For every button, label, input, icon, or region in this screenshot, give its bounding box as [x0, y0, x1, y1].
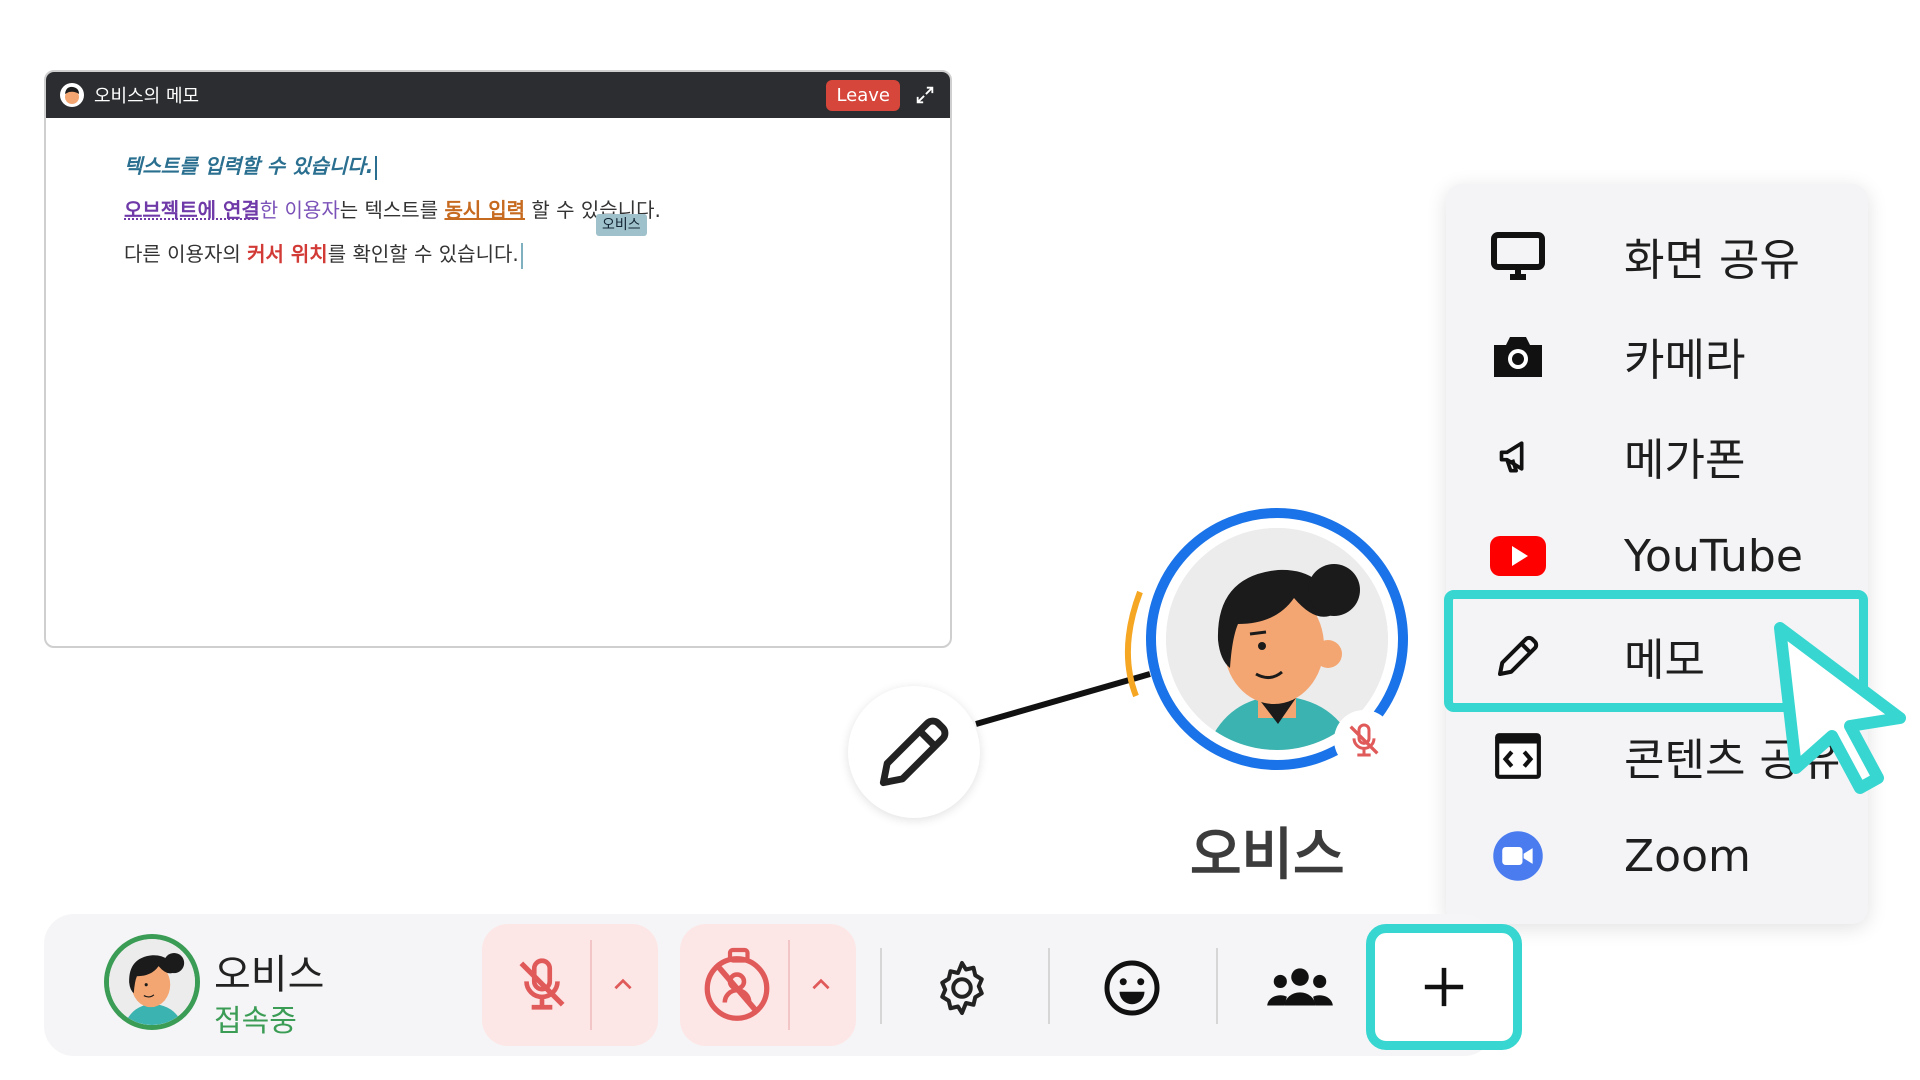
camera-control	[680, 924, 856, 1046]
camera-icon	[1490, 328, 1546, 384]
memo-object-bubble[interactable]	[848, 686, 980, 818]
camera-off-icon	[704, 947, 770, 1021]
monitor-icon	[1490, 228, 1546, 284]
divider	[880, 948, 882, 1024]
users-icon	[1267, 968, 1333, 1006]
menu-label: 메가폰	[1624, 435, 1746, 486]
menu-item-camera[interactable]: 카메라	[1446, 306, 1868, 406]
connector-line	[975, 671, 1151, 727]
add-content-button[interactable]	[1366, 924, 1522, 1050]
smile-icon	[1104, 960, 1160, 1016]
map-mic-off-badge	[1334, 710, 1394, 770]
participants-button[interactable]	[1260, 948, 1340, 1028]
chevron-up-icon	[614, 978, 632, 990]
user-name: 오비스	[214, 952, 325, 998]
map-avatar-name: 오비스	[1190, 823, 1345, 888]
add-content-menu: 화면 공유 카메라 메가폰 YouTube 메모 콘텐츠 공유 Zoom	[1446, 184, 1868, 924]
user-avatar[interactable]	[104, 934, 200, 1030]
camera-toggle-button[interactable]	[692, 940, 782, 1030]
camera-options-button[interactable]	[796, 960, 846, 1010]
youtube-icon	[1490, 528, 1546, 584]
divider	[788, 940, 790, 1030]
divider	[1216, 948, 1218, 1024]
gear-icon	[940, 961, 984, 1015]
plus-icon	[1424, 967, 1464, 1007]
menu-item-screen-share[interactable]: 화면 공유	[1446, 206, 1868, 306]
menu-label: YouTube	[1624, 530, 1803, 582]
divider	[590, 940, 592, 1030]
avatar-illustration	[109, 939, 195, 1025]
menu-label: 카메라	[1624, 335, 1746, 386]
menu-label: 화면 공유	[1624, 235, 1800, 286]
mic-options-button[interactable]	[598, 960, 648, 1010]
emoji-button[interactable]	[1092, 948, 1172, 1028]
pencil-icon	[879, 717, 949, 787]
mouse-pointer-icon	[1774, 622, 1906, 794]
embed-icon	[1490, 728, 1546, 784]
settings-button[interactable]	[922, 948, 1002, 1028]
zoom-icon	[1490, 828, 1546, 884]
mic-toggle-button[interactable]	[502, 944, 582, 1024]
mic-off-icon	[519, 958, 565, 1010]
divider	[1048, 948, 1050, 1024]
menu-item-zoom[interactable]: Zoom	[1446, 806, 1868, 906]
menu-item-megaphone[interactable]: 메가폰	[1446, 406, 1868, 506]
megaphone-icon	[1490, 428, 1546, 484]
menu-label: Zoom	[1624, 830, 1751, 882]
mic-off-icon	[1349, 723, 1379, 757]
chevron-up-icon	[812, 978, 830, 990]
mic-control	[482, 924, 658, 1046]
user-status: 접속중	[214, 1004, 297, 1039]
